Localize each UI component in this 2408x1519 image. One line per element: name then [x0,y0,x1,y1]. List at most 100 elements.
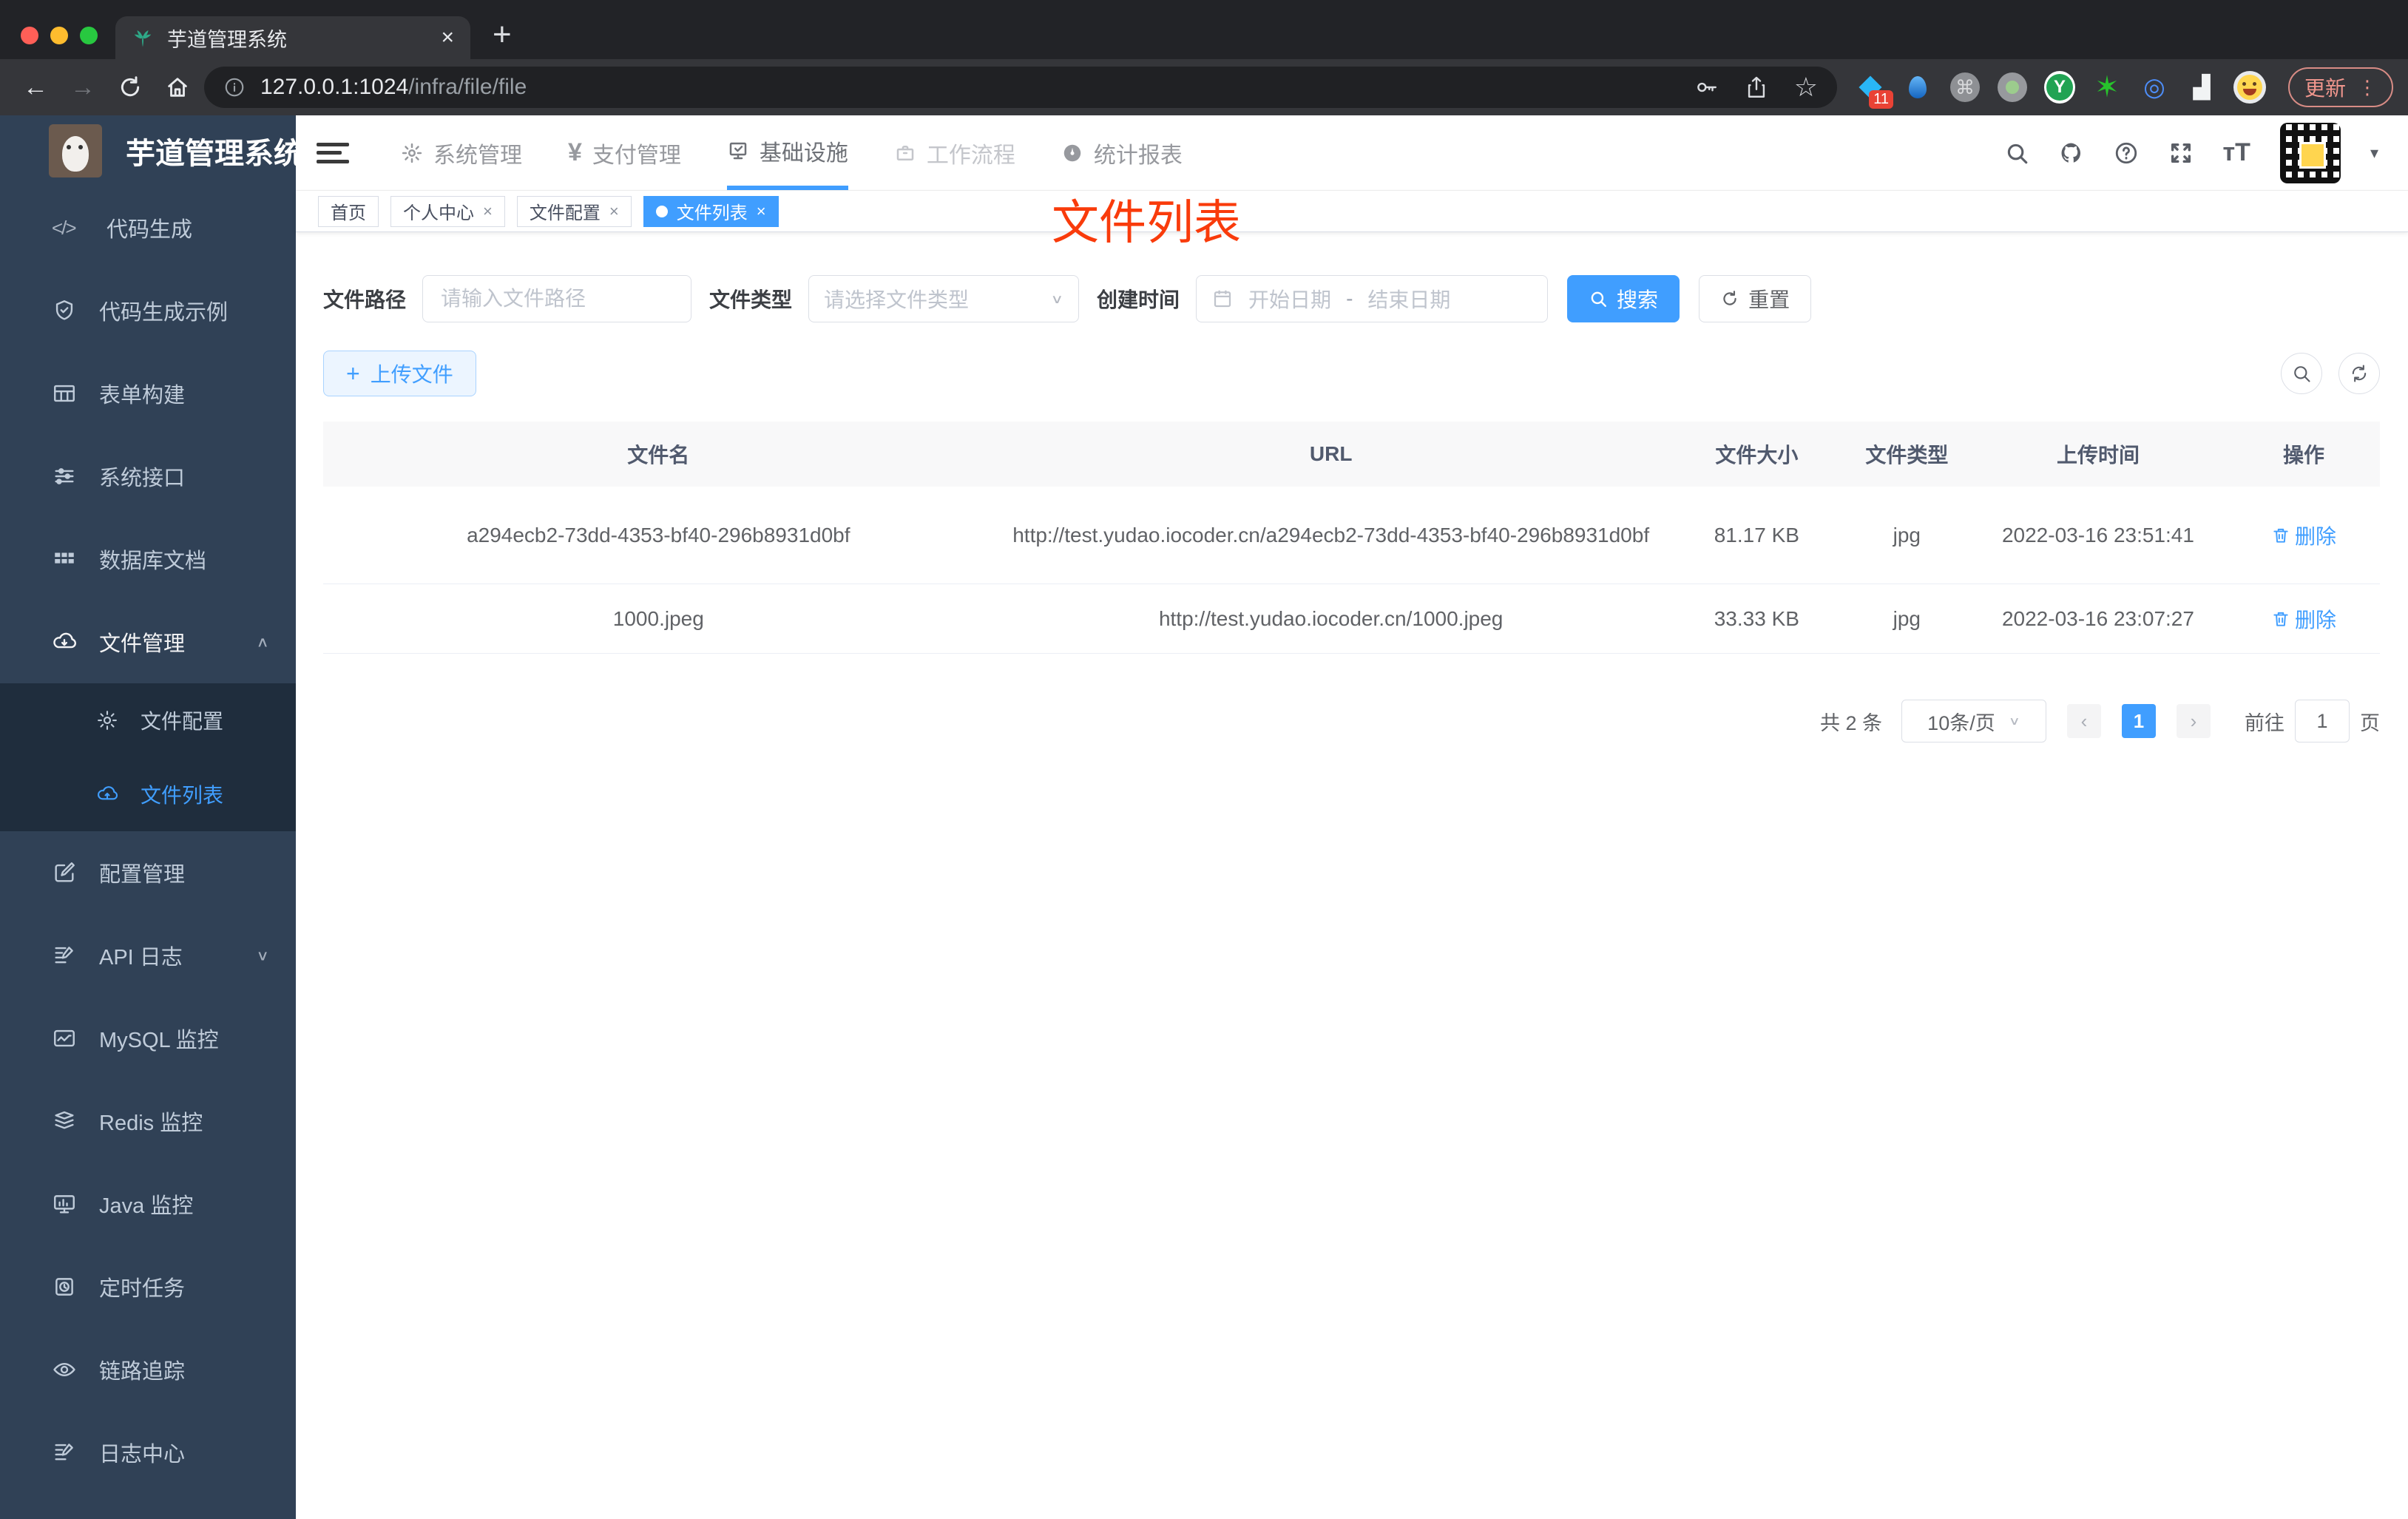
traffic-lights [0,27,115,59]
tag-profile[interactable]: 个人中心 × [390,195,505,227]
extension-dot-icon[interactable] [1997,72,2028,103]
extension-eye-icon[interactable]: ◎ [2139,72,2170,103]
share-icon[interactable] [1744,75,1769,100]
date-range-picker[interactable]: 开始日期 - 结束日期 [1196,275,1549,322]
tag-home[interactable]: 首页 [318,195,379,227]
site-favicon-icon [134,30,152,47]
github-icon[interactable] [2059,141,2084,166]
sidebar-logo[interactable]: 芋道管理系统 [0,115,303,186]
table-tools [2281,353,2380,394]
header-actions: 操作 [2283,444,2325,467]
caret-down-icon[interactable]: ▾ [2370,143,2378,163]
reload-icon[interactable] [109,67,151,108]
extensions-puzzle-icon[interactable]: ▟ [2186,72,2217,103]
bookmark-star-icon[interactable]: ☆ [1794,72,1818,103]
password-key-icon[interactable] [1694,75,1719,100]
calendar-icon [1214,290,1231,308]
sidebar-item-log-center[interactable]: 日志中心 [0,1411,296,1494]
sidebar-item-code-demo[interactable]: 代码生成示例 [0,269,296,352]
grid-table-icon [55,552,74,564]
user-avatar-qr[interactable] [2279,122,2341,183]
cell-size: 33.33 KB [1714,606,1799,630]
end-date-placeholder[interactable]: 结束日期 [1367,284,1450,314]
cell-url: http://test.yudao.iocoder.cn/1000.jpeg [1158,606,1504,630]
chrome-update-button[interactable]: 更新 ⋮ [2287,67,2393,107]
start-date-placeholder[interactable]: 开始日期 [1248,284,1331,314]
page-content: 文件路径 文件类型 请选择文件类型 ∨ 创建时间 开始日期 - 结束日期 搜索 [296,232,2408,742]
site-info-icon[interactable] [223,76,246,98]
extension-diamond-icon[interactable]: 11 [1855,72,1893,109]
topnav-infrastructure[interactable]: 基础设施 [726,115,848,190]
forward-icon[interactable]: → [62,67,104,108]
delete-button[interactable]: 删除 [2271,521,2336,550]
cell-time: 2022-03-16 23:07:27 [2001,606,2194,630]
topnav-system[interactable]: 系统管理 [401,115,522,190]
extension-command-icon[interactable]: ⌘ [1949,72,1981,103]
extension-balloon-icon[interactable] [1902,72,1933,103]
browser-menu-icon[interactable]: ⋮ [2358,76,2377,99]
fullscreen-icon[interactable] [2168,141,2194,166]
delete-button[interactable]: 删除 [2271,604,2336,634]
topnav-workflow[interactable]: 工作流程 [894,115,1015,190]
chart-image-icon [54,1029,75,1047]
tag-file-list[interactable]: 文件列表 × [643,195,779,227]
sidebar-toggle-icon[interactable] [317,138,349,168]
minimize-window-button[interactable] [50,27,68,44]
topnav-reports[interactable]: 统计报表 [1061,115,1183,190]
toggle-search-button[interactable] [2281,353,2322,394]
file-type-select[interactable]: 请选择文件类型 ∨ [808,275,1080,322]
extension-y-icon[interactable]: Y [2043,71,2075,104]
extension-star-icon[interactable]: ✶ [2091,72,2123,103]
goto-page-input[interactable] [2295,700,2350,742]
search-icon[interactable] [2004,141,2029,166]
font-size-icon[interactable]: тT [2223,138,2250,167]
file-path-input[interactable] [422,275,692,322]
shield-check-icon [55,300,73,320]
chevron-down-icon: ∨ [256,947,269,964]
home-icon[interactable] [157,67,198,108]
close-icon[interactable]: × [609,202,619,221]
page-number-button[interactable]: 1 [2122,704,2156,738]
refresh-icon [2352,365,2367,382]
sidebar-item-system-api[interactable]: 系统接口 [0,435,296,518]
tag-file-config[interactable]: 文件配置 × [516,195,632,227]
help-icon[interactable] [2114,141,2139,166]
sidebar-item-redis-monitor[interactable]: Redis 监控 [0,1080,296,1163]
app-title: 芋道管理系统 [126,138,303,170]
next-page-button[interactable]: › [2177,704,2211,738]
sidebar-item-file-list[interactable]: 文件列表 [0,757,296,831]
table-row: a294ecb2-73dd-4353-bf40-296b8931d0bf htt… [323,487,2380,584]
prev-page-button[interactable]: ‹ [2067,704,2101,738]
sidebar-item-config-management[interactable]: 配置管理 [0,831,296,914]
refresh-table-button[interactable] [2338,353,2380,394]
table-toolbar: + 上传文件 [323,351,2380,396]
close-icon[interactable]: × [483,202,493,221]
sidebar-item-api-log[interactable]: API 日志 ∨ [0,914,296,997]
sidebar-item-java-monitor[interactable]: Java 监控 [0,1163,296,1245]
sidebar-item-file-management[interactable]: 文件管理 ∧ [0,601,296,683]
reset-button[interactable]: 重置 [1699,275,1812,322]
tab-close-icon[interactable]: × [441,25,454,50]
maximize-window-button[interactable] [80,27,98,44]
new-tab-button[interactable]: + [470,16,512,59]
trash-icon [2273,528,2288,543]
address-bar[interactable]: 127.0.0.1:1024/infra/file/file ☆ [204,67,1837,108]
browser-tab[interactable]: 芋道管理系统 × [115,16,470,59]
page-size-select[interactable]: 10条/页 ∨ [1901,700,2046,742]
sidebar-item-code-gen[interactable]: </> 代码生成 [0,186,296,269]
back-icon[interactable]: ← [15,67,56,108]
sidebar-item-form-builder[interactable]: 表单构建 [0,352,296,435]
upload-file-button[interactable]: + 上传文件 [323,351,476,396]
sidebar-item-tracing[interactable]: 链路追踪 [0,1328,296,1411]
close-icon[interactable]: × [757,202,766,221]
sidebar-item-scheduled-jobs[interactable]: 定时任务 [0,1245,296,1328]
cloud-download-icon [53,632,76,649]
close-window-button[interactable] [21,27,38,44]
search-button[interactable]: 搜索 [1567,275,1680,322]
profile-avatar[interactable] [2233,71,2266,104]
sidebar-item-file-config[interactable]: 文件配置 [0,683,296,757]
plus-icon: + [346,359,360,387]
topnav-payment[interactable]: ¥ 支付管理 [568,115,681,190]
sidebar-item-db-doc[interactable]: 数据库文档 [0,518,296,601]
sidebar-item-mysql-monitor[interactable]: MySQL 监控 [0,997,296,1080]
